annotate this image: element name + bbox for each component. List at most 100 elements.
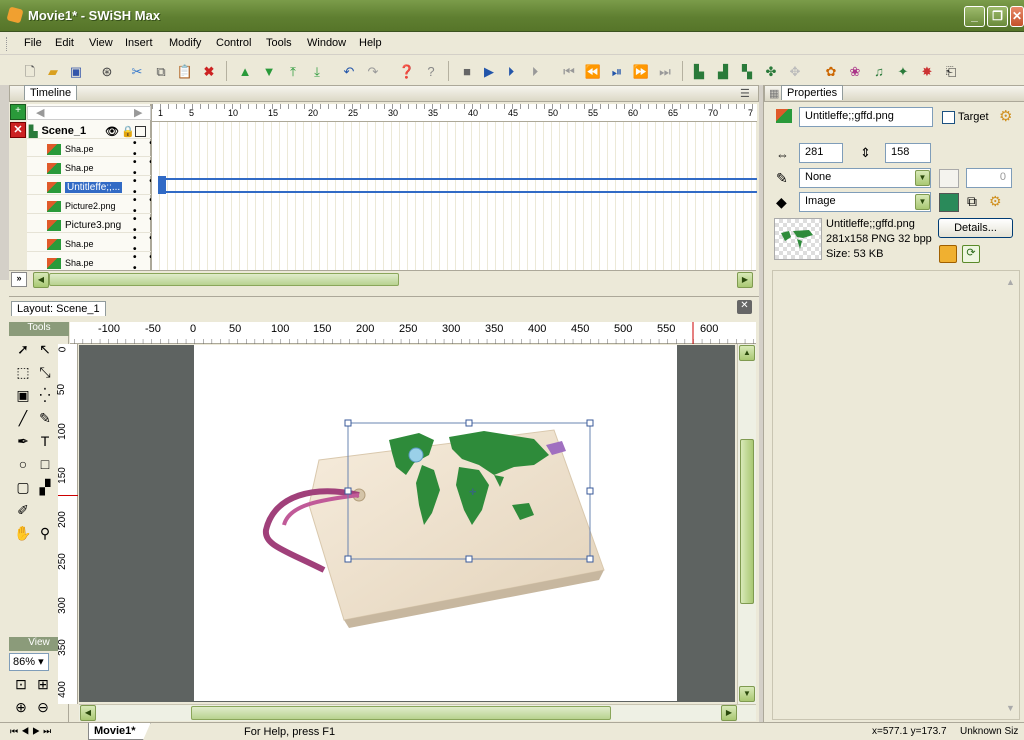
menu-edit[interactable]: Edit bbox=[55, 37, 74, 49]
scroll-right-button[interactable]: ▶ bbox=[737, 272, 753, 288]
timeline-hscroll[interactable]: » ◀ ▶ bbox=[9, 270, 756, 288]
insert-scene-icon[interactable]: ▙ bbox=[690, 62, 708, 80]
eyedropper-tool-icon[interactable]: ✐ bbox=[13, 500, 33, 520]
current-frame-icon[interactable]: ⏯ bbox=[608, 62, 626, 80]
eye-icon[interactable]: 👁 bbox=[105, 125, 119, 138]
height-input[interactable]: 158 bbox=[885, 143, 931, 163]
tab-layout[interactable]: Layout: Scene_1 bbox=[11, 301, 106, 316]
refresh-image-icon[interactable]: ⟳ bbox=[962, 245, 980, 263]
autoshape-tool-icon[interactable]: ▢ bbox=[13, 477, 33, 497]
maximize-button[interactable]: ❐ bbox=[987, 6, 1008, 27]
insert-sprite-icon[interactable]: ✤ bbox=[762, 62, 780, 80]
opacity-input[interactable]: 0 bbox=[966, 168, 1012, 188]
image-edit-icon[interactable]: ⧉ bbox=[967, 193, 977, 210]
layer-row[interactable]: Sha.pe • • • bbox=[27, 157, 169, 179]
menu-insert[interactable]: Insert bbox=[125, 37, 153, 49]
rectangle-tool-icon[interactable]: □ bbox=[35, 454, 55, 474]
timeline-frames[interactable]: 1 5 10 15 20 25 30 35 40 45 50 55 60 65 … bbox=[151, 104, 757, 270]
move-up-icon[interactable]: ▲ bbox=[236, 62, 254, 80]
layout-hscroll[interactable]: ◀ ▶ bbox=[79, 704, 756, 721]
hscroll-left-button[interactable]: ◀ bbox=[80, 705, 96, 721]
props-scroll-down-icon[interactable]: ▼ bbox=[1006, 703, 1015, 713]
paste-icon[interactable]: 📋 bbox=[176, 62, 194, 80]
tab-properties[interactable]: Properties bbox=[781, 85, 844, 100]
image-fill-icon[interactable] bbox=[939, 193, 959, 212]
bring-front-icon[interactable]: ⤒ bbox=[284, 62, 302, 80]
reshape-tool-icon[interactable]: ⁛ bbox=[35, 385, 55, 405]
timeline-menu-icon[interactable]: ☰ bbox=[740, 87, 750, 100]
send-back-icon[interactable]: ⤓ bbox=[308, 62, 326, 80]
zoom-in-icon[interactable]: ⊕ bbox=[11, 697, 31, 717]
autoshape2-tool-icon[interactable]: ▞ bbox=[35, 477, 55, 497]
help-icon[interactable]: ❓ bbox=[398, 62, 416, 80]
transform-tool-icon[interactable]: ⬚ bbox=[13, 362, 33, 382]
details-button[interactable]: Details... bbox=[938, 218, 1013, 238]
line-style-select[interactable]: None bbox=[799, 168, 931, 188]
menu-window[interactable]: Window bbox=[307, 37, 346, 49]
delete-layer-icon[interactable]: ✕ bbox=[10, 122, 26, 138]
hand-tool-icon[interactable]: ✋ bbox=[13, 523, 33, 543]
add-layer-icon[interactable]: + bbox=[10, 104, 26, 120]
play-icon[interactable]: ▶ bbox=[480, 62, 498, 80]
line-style-dropdown-icon[interactable]: ▼ bbox=[915, 170, 930, 186]
stop-icon[interactable]: ■ bbox=[458, 62, 476, 80]
play-timeline-icon[interactable]: ⏵ bbox=[502, 62, 520, 80]
scroll-up-button[interactable]: ▲ bbox=[739, 345, 755, 361]
open-icon[interactable]: ▰ bbox=[44, 62, 62, 80]
zoom-all-icon[interactable]: ⊞ bbox=[33, 674, 53, 694]
save-icon[interactable]: ▣ bbox=[67, 62, 85, 80]
zoom-fit-icon[interactable]: ⊡ bbox=[11, 674, 31, 694]
image-settings-icon[interactable]: ⚙ bbox=[989, 193, 1002, 210]
insert-effect-icon[interactable]: ✦ bbox=[894, 62, 912, 80]
object-name-input[interactable]: Untitleffe;;gffd.png bbox=[799, 107, 933, 127]
layer-row[interactable]: Sha.pe • • • bbox=[27, 252, 169, 274]
layer-row[interactable]: Sha.pe • • • bbox=[27, 233, 169, 255]
scroll-thumb[interactable] bbox=[49, 273, 399, 286]
line-tool-icon[interactable]: ╱ bbox=[13, 408, 33, 428]
scroll-left-button[interactable]: ◀ bbox=[33, 272, 49, 288]
scroll-right-icon[interactable]: ▶ bbox=[134, 106, 142, 119]
motion-path-icon[interactable]: ⤡ bbox=[35, 362, 55, 382]
vscroll-thumb[interactable] bbox=[740, 439, 754, 604]
menu-view[interactable]: View bbox=[89, 37, 113, 49]
props-scroll-up-icon[interactable]: ▲ bbox=[1006, 277, 1015, 287]
subselect-tool-icon[interactable]: ↖ bbox=[35, 339, 55, 359]
fill-transform-icon[interactable]: ▣ bbox=[13, 385, 33, 405]
preview-icon[interactable]: ⊛ bbox=[98, 62, 116, 80]
next-frame-icon[interactable]: ⏩ bbox=[632, 62, 650, 80]
lock-icon[interactable]: 🔒 bbox=[121, 125, 135, 138]
insert-script-icon[interactable]: ✸ bbox=[918, 62, 936, 80]
luggage-tag-image[interactable]: ✛ bbox=[194, 345, 677, 701]
target-checkbox[interactable] bbox=[942, 111, 955, 124]
delete-icon[interactable]: ✖ bbox=[200, 62, 218, 80]
hscroll-thumb[interactable] bbox=[191, 706, 611, 720]
frame-marker[interactable] bbox=[158, 176, 166, 194]
scroll-down-button[interactable]: ▼ bbox=[739, 686, 755, 702]
movie-tab[interactable]: Movie1* bbox=[88, 723, 151, 740]
line-color-swatch[interactable] bbox=[939, 169, 959, 188]
movie-nav-icons[interactable]: ⏮◀▶⏭ bbox=[10, 726, 54, 737]
insert-content-icon[interactable]: ❀ bbox=[846, 62, 864, 80]
move-down-icon[interactable]: ▼ bbox=[260, 62, 278, 80]
pen-tool-icon[interactable]: ✒ bbox=[13, 431, 33, 451]
menu-modify[interactable]: Modify bbox=[169, 37, 201, 49]
menu-help[interactable]: Help bbox=[359, 37, 382, 49]
scene-row[interactable]: ▙ Scene_1 👁 🔒 bbox=[27, 124, 169, 139]
fill-style-dropdown-icon[interactable]: ▼ bbox=[915, 194, 930, 210]
frame-ruler[interactable]: 1 5 10 15 20 25 30 35 40 45 50 55 60 65 … bbox=[152, 104, 757, 122]
pencil-tool-icon[interactable]: ✎ bbox=[35, 408, 55, 428]
width-input[interactable]: 281 bbox=[799, 143, 843, 163]
undo-icon[interactable]: ↶ bbox=[340, 62, 358, 80]
first-frame-icon[interactable]: ⏮ bbox=[560, 62, 578, 80]
fill-style-select[interactable]: Image bbox=[799, 192, 931, 212]
copy-icon[interactable]: ⧉ bbox=[152, 62, 170, 80]
splitter[interactable] bbox=[759, 85, 763, 722]
select-tool-icon[interactable]: ➚ bbox=[13, 339, 33, 359]
insert-sound-icon[interactable]: ♫ bbox=[870, 62, 888, 80]
layer-row[interactable]: Untitleffe;;... • • • bbox=[27, 176, 169, 198]
insert-text-icon[interactable]: ▟ bbox=[714, 62, 732, 80]
play-effect-icon[interactable]: ⏵ bbox=[526, 62, 544, 80]
tab-timeline[interactable]: Timeline bbox=[24, 85, 78, 100]
insert-group-icon[interactable]: ✥ bbox=[786, 62, 804, 80]
new-icon[interactable]: 🗋 bbox=[21, 62, 39, 80]
